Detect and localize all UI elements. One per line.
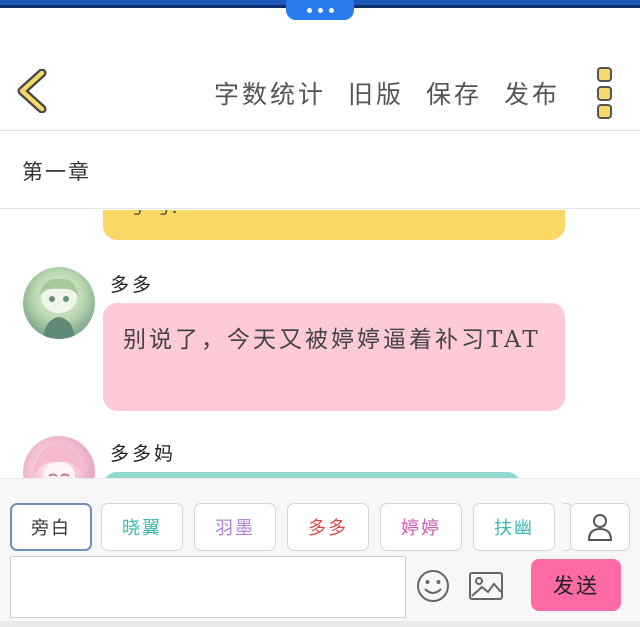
chevron-left-icon	[17, 68, 47, 114]
role-tingting[interactable]: 婷婷	[380, 503, 462, 551]
more-menu-button[interactable]	[594, 67, 616, 119]
editor-header: 字数统计 旧版 保存 发布	[0, 55, 640, 131]
menu-dot-icon	[597, 104, 612, 119]
window-handle-dots-icon[interactable]	[286, 0, 354, 20]
chapter-title: 第一章	[22, 160, 91, 184]
message-bubble[interactable]: 别说了，今天又被婷婷逼着补习TAT	[103, 303, 565, 411]
role-narrator[interactable]: 旁白	[10, 503, 92, 551]
message-input-bar: 发送	[0, 552, 640, 627]
role-yumo[interactable]: 羽墨	[194, 503, 276, 551]
old-version-button[interactable]: 旧版	[348, 75, 404, 111]
bottom-edge	[0, 621, 640, 627]
role-duoduo[interactable]: 多多	[287, 503, 369, 551]
speaker-name: 多多妈	[110, 443, 177, 465]
avatar-illustration	[39, 278, 79, 339]
header-toolbar: 字数统计 旧版 保存 发布	[214, 75, 560, 111]
publish-button[interactable]: 发布	[504, 75, 560, 111]
chat-area[interactable]: 号 号. 多多 别说了，今天又被婷婷逼着补习TAT 多多妈	[0, 210, 640, 478]
word-count-button[interactable]: 字数统计	[214, 75, 326, 111]
image-button[interactable]	[468, 570, 504, 602]
avatar-illustration	[33, 444, 85, 478]
message-bubble[interactable]: 号 号.	[103, 210, 565, 240]
send-button[interactable]: 发送	[531, 559, 621, 611]
role-selector: 旁白 晓翼 羽墨 多多 婷婷 扶幽	[0, 478, 640, 552]
role-fuyou[interactable]: 扶幽	[473, 503, 555, 551]
back-button[interactable]	[14, 68, 52, 114]
emoji-button[interactable]	[415, 568, 451, 604]
message-text: 别说了，今天又被婷婷逼着补习TAT	[123, 327, 541, 353]
menu-dot-icon	[597, 67, 612, 82]
add-role-button[interactable]	[570, 503, 630, 551]
image-icon	[469, 572, 503, 600]
avatar[interactable]	[23, 436, 95, 478]
save-button[interactable]: 保存	[426, 75, 482, 111]
speaker-name: 多多	[110, 274, 155, 296]
menu-dot-icon	[597, 85, 612, 101]
smiley-icon	[417, 570, 449, 602]
message-input[interactable]	[10, 556, 406, 618]
chapter-title-bar[interactable]: 第一章	[0, 131, 640, 209]
avatar[interactable]	[23, 267, 95, 339]
message-text: 号 号.	[125, 210, 178, 219]
role-xiaoyi[interactable]: 晓翼	[101, 503, 183, 551]
user-icon	[587, 514, 613, 541]
